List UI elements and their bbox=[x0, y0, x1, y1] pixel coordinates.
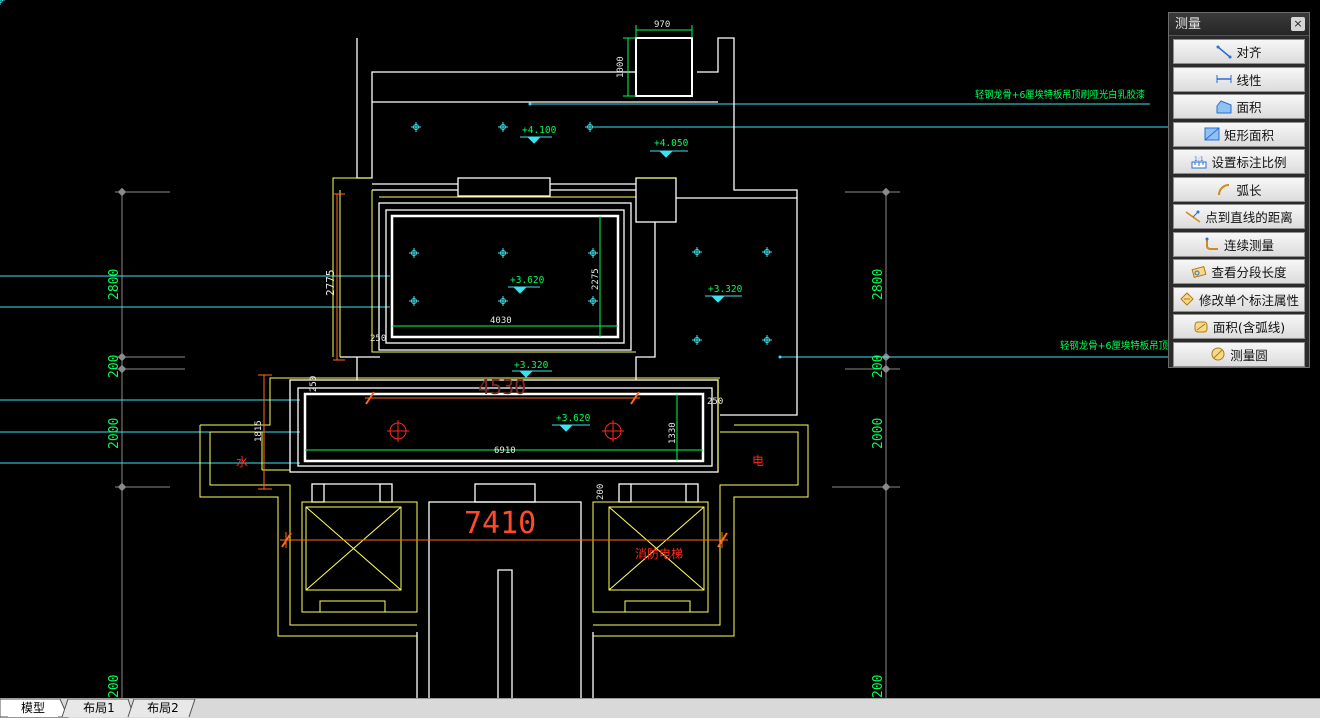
left-200: 200 bbox=[107, 355, 122, 378]
dim-7410: 7410 bbox=[464, 506, 536, 541]
right-200-b: 200 bbox=[871, 675, 886, 698]
level-3320-b: +3.320 bbox=[514, 360, 549, 371]
tool-rect-area-button[interactable]: 矩形面积 bbox=[1173, 121, 1305, 147]
dim-970: 970 bbox=[654, 20, 670, 30]
tool-arc-area-label: 面积(含弧线) bbox=[1212, 320, 1286, 335]
dim-texts-white: 970 1000 2275 4030 250 250 250 6910 1330… bbox=[254, 20, 723, 500]
tab-model[interactable]: 模型 bbox=[8, 700, 58, 717]
tool-scale-label: 设置标注比例 bbox=[1211, 155, 1287, 170]
level-4100: +4.100 bbox=[522, 125, 557, 136]
tool-circle-label: 测量圆 bbox=[1230, 347, 1268, 363]
dim-6910: 6910 bbox=[494, 446, 516, 456]
arc-area-icon bbox=[1194, 321, 1208, 332]
circle-icon bbox=[1211, 347, 1225, 361]
leader-lines bbox=[0, 103, 1168, 464]
note-top: 轻钢龙骨+6厘埃特板吊顶刷哑光白乳胶漆 bbox=[975, 88, 1145, 101]
continuous-icon bbox=[1205, 237, 1218, 250]
tool-edit-dim-label: 修改单个标注属性 bbox=[1198, 292, 1299, 308]
scale-icon: 1:1 bbox=[1191, 156, 1207, 168]
tool-edit-dim-button[interactable]: 修改单个标注属性 bbox=[1173, 286, 1305, 312]
dim-4530: 4530 bbox=[478, 375, 526, 399]
tool-linear-button[interactable]: 线性 bbox=[1173, 66, 1305, 92]
dim-1815: 1815 bbox=[254, 420, 264, 442]
cad-drawing-canvas[interactable]: 970 1000 2275 4030 250 250 250 6910 1330… bbox=[0, 0, 1320, 698]
right-2000: 2000 bbox=[871, 418, 886, 449]
linear-icon bbox=[1216, 75, 1232, 83]
segment-icon bbox=[1192, 265, 1207, 278]
dim-250-c: 250 bbox=[707, 397, 723, 407]
dim-1330: 1330 bbox=[668, 422, 678, 444]
axis-dim-texts: 2800 200 2000 200 2800 200 2000 200 bbox=[107, 269, 886, 698]
tool-area-button[interactable]: 面积 bbox=[1173, 94, 1305, 119]
close-icon[interactable]: × bbox=[1291, 17, 1305, 31]
left-2000: 2000 bbox=[107, 418, 122, 449]
level-3620-a: +3.620 bbox=[510, 275, 545, 286]
tool-arc-area-button[interactable]: 面积(含弧线) bbox=[1173, 314, 1305, 339]
tab-layout2[interactable]: 布局2 bbox=[136, 700, 190, 717]
note-texts: 轻钢龙骨+6厘埃特板吊顶刷哑光白乳胶漆 轻钢龙骨+6厘埃特板吊顶 bbox=[975, 88, 1168, 352]
tool-point-line-label: 点到直线的距离 bbox=[1205, 210, 1293, 225]
level-texts: +4.100 +4.050 +3.620 +3.320 +3.320 +3.62… bbox=[510, 125, 743, 424]
yellow-structure bbox=[199, 177, 809, 637]
tool-scale-button[interactable]: 1:1 设置标注比例 bbox=[1173, 149, 1305, 174]
level-4050: +4.050 bbox=[654, 138, 689, 149]
measure-tool-list: 对齐 线性 面积 矩形面积 1:1 设置标注比例 弧长 点到直线的距离 连续测量 bbox=[1169, 36, 1309, 367]
dim-4030: 4030 bbox=[490, 316, 512, 326]
tool-continuous-button[interactable]: 连续测量 bbox=[1173, 231, 1305, 257]
level-3620-b: +3.620 bbox=[556, 413, 591, 424]
area-icon bbox=[1216, 99, 1232, 113]
tool-align-label: 对齐 bbox=[1236, 45, 1262, 60]
dim-250-b: 250 bbox=[309, 376, 319, 392]
label-elec: 电 bbox=[752, 454, 764, 468]
note-right: 轻钢龙骨+6厘埃特板吊顶 bbox=[1060, 339, 1168, 352]
point-line-icon bbox=[1185, 210, 1201, 223]
tool-circle-button[interactable]: 测量圆 bbox=[1173, 341, 1305, 367]
tool-segment-label: 查看分段长度 bbox=[1211, 265, 1287, 280]
label-fire-elevator: 消防电梯 bbox=[635, 546, 683, 561]
tool-area-label: 面积 bbox=[1236, 100, 1262, 115]
layout-tab-bar: 模型 布局1 布局2 bbox=[0, 698, 1320, 718]
panel-title: 测量 bbox=[1175, 16, 1202, 31]
tool-point-line-button[interactable]: 点到直线的距离 bbox=[1173, 204, 1305, 229]
tab-layout1[interactable]: 布局1 bbox=[72, 700, 126, 717]
tool-continuous-label: 连续测量 bbox=[1223, 237, 1274, 253]
label-water: 水 bbox=[236, 455, 248, 469]
tool-arc-label: 弧长 bbox=[1236, 182, 1262, 198]
dim-200: 200 bbox=[596, 484, 606, 500]
dim-250-a: 250 bbox=[370, 334, 386, 344]
dim-texts-red: 4530 7410 bbox=[464, 375, 536, 541]
measure-panel[interactable]: 测量 × 对齐 线性 面积 矩形面积 1:1 设置标注比例 弧长 点到直线的距离… bbox=[1168, 12, 1310, 368]
rect-area-icon bbox=[1204, 127, 1220, 141]
right-2800: 2800 bbox=[871, 269, 886, 300]
left-2800: 2800 bbox=[107, 269, 122, 300]
right-200: 200 bbox=[871, 355, 886, 378]
svg-text:1:1: 1:1 bbox=[1194, 156, 1204, 163]
left-200-b: 200 bbox=[107, 675, 122, 698]
panel-titlebar[interactable]: 测量 × bbox=[1169, 13, 1309, 36]
edit-dim-icon bbox=[1180, 292, 1194, 306]
axis-lines bbox=[115, 191, 900, 698]
red-dim-lines bbox=[258, 193, 728, 548]
arc-icon bbox=[1218, 184, 1230, 196]
tool-linear-label: 线性 bbox=[1236, 72, 1262, 88]
tool-rect-area-label: 矩形面积 bbox=[1223, 127, 1274, 143]
tool-arc-button[interactable]: 弧长 bbox=[1173, 176, 1305, 202]
dim-2775: 2775 bbox=[324, 270, 337, 297]
align-icon bbox=[1216, 45, 1232, 58]
dim-2275: 2275 bbox=[591, 268, 601, 290]
tool-align-button[interactable]: 对齐 bbox=[1173, 39, 1305, 64]
level-3320-a: +3.320 bbox=[708, 284, 743, 295]
dim-1000: 1000 bbox=[616, 56, 626, 78]
tool-segment-button[interactable]: 查看分段长度 bbox=[1173, 259, 1305, 284]
